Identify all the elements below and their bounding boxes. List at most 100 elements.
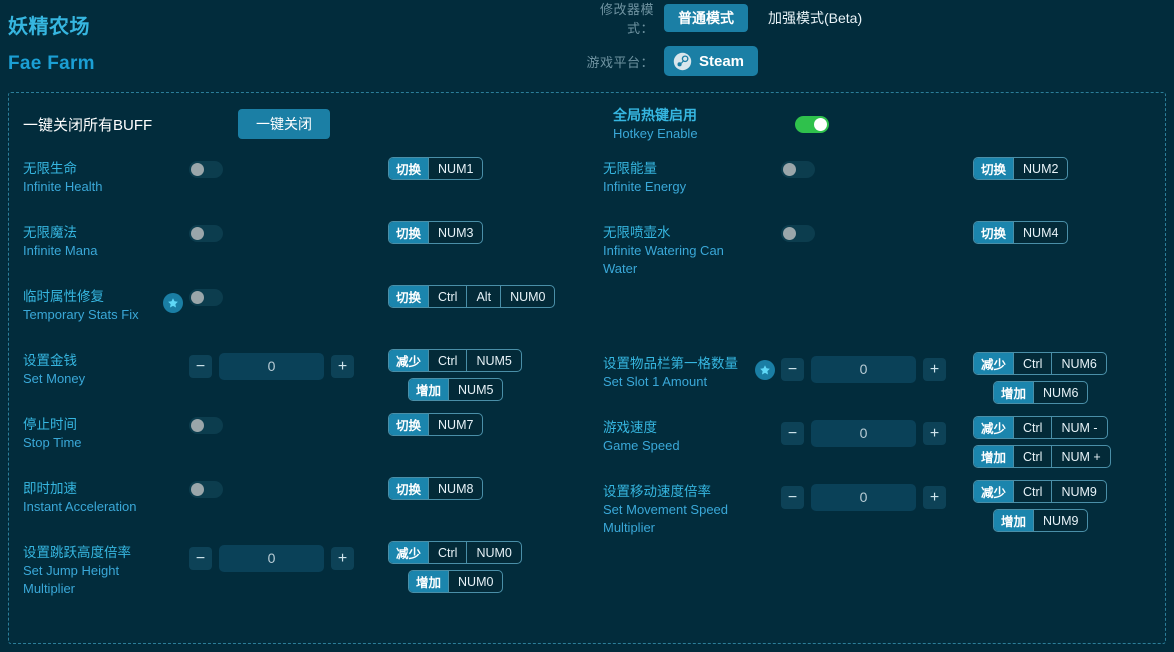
increment-button[interactable]: + xyxy=(331,355,354,378)
hotkey-chip-row-0[interactable]: 减少 Ctrl NUM - xyxy=(973,416,1108,439)
hotkey-chip-row-0[interactable]: 切换 NUM7 xyxy=(388,413,484,436)
hotkey-key: NUM9 xyxy=(1051,481,1105,502)
hotkey-enable-label-en: Hotkey Enable xyxy=(613,125,698,141)
cheat-column-left: 无限生命 Infinite Health 切换 NUM1 无限魔法 Infinite Ma… xyxy=(9,147,587,598)
tab-normal-mode[interactable]: 普通模式 xyxy=(664,4,748,32)
mode-label: 修改器模式： xyxy=(599,2,654,36)
cheat-row-set-money: 设置金钱 Set Money −0 + 减少 Ctrl NUM5 增加 NUM5 xyxy=(9,339,587,403)
decrement-button[interactable]: − xyxy=(781,422,804,445)
increment-button[interactable]: + xyxy=(923,422,946,445)
cheat-control xyxy=(189,473,388,498)
game-title-cn: 妖精农场 xyxy=(8,16,90,38)
hotkey-key: NUM5 xyxy=(448,379,502,400)
hotkey-chip-row-0[interactable]: 减少 Ctrl NUM0 xyxy=(388,541,522,564)
toggle-instant-acceleration[interactable] xyxy=(189,481,223,498)
hotkey-chip-row-0[interactable]: 切换 NUM3 xyxy=(388,221,484,244)
hotkey-key: Ctrl xyxy=(1013,417,1051,438)
cheat-label-cn: 无限喷壶水 xyxy=(603,225,671,240)
hotkey-chip-row-0[interactable]: 减少 Ctrl NUM9 xyxy=(973,480,1107,503)
hotkey-key: Ctrl xyxy=(428,350,466,371)
value-input[interactable]: 0 xyxy=(219,353,324,380)
hotkey-key: NUM0 xyxy=(466,542,520,563)
hotkey-group: 切换 NUM3 xyxy=(388,217,587,244)
hotkey-chip-row-0[interactable]: 切换 NUM1 xyxy=(388,157,484,180)
hotkey-enable-section: 全局热键启用 Hotkey Enable xyxy=(597,106,829,143)
cheat-row-set-slot-1-amount: 设置物品栏第一格数量 Set Slot 1 Amount −0 + 减少 Ctrl NUM6… xyxy=(587,342,1165,406)
cheat-labels: 即时加速 Instant Acceleration xyxy=(23,473,163,516)
cheat-control: −0 + xyxy=(781,348,973,383)
increment-button[interactable]: + xyxy=(923,486,946,509)
hotkey-chip-row-1[interactable]: 增加 NUM9 xyxy=(993,509,1089,532)
hotkey-chip-row-0[interactable]: 减少 Ctrl NUM5 xyxy=(388,349,522,372)
star-icon xyxy=(163,293,183,313)
decrement-button[interactable]: − xyxy=(189,547,212,570)
close-all-buffs-button[interactable]: 一键关闭 xyxy=(238,109,330,139)
decrement-button[interactable]: − xyxy=(781,358,804,381)
hotkey-key: NUM7 xyxy=(428,414,482,435)
hotkey-action-label: 切换 xyxy=(389,222,429,243)
hotkey-action-label: 增加 xyxy=(409,379,449,400)
platform-label: 游戏平台： xyxy=(586,54,654,70)
hotkey-group: 减少 Ctrl NUM5 增加 NUM5 xyxy=(388,345,587,401)
toggle-knob xyxy=(191,227,204,240)
cheat-row-infinite-mana: 无限魔法 Infinite Mana 切换 NUM3 xyxy=(9,211,587,275)
cheat-row-game-speed: 游戏速度 Game Speed −0 + 减少 Ctrl NUM - 增加 Ctrl NUM + xyxy=(587,406,1165,470)
hotkey-chip-row-1[interactable]: 增加 NUM6 xyxy=(993,381,1089,404)
steam-icon xyxy=(673,52,692,71)
toggle-knob xyxy=(191,419,204,432)
value-input[interactable]: 0 xyxy=(811,356,916,383)
hotkey-chip-row-1[interactable]: 增加 NUM5 xyxy=(408,378,504,401)
badge-slot xyxy=(755,412,781,424)
badge-slot xyxy=(755,476,781,488)
toggle-infinite-energy[interactable] xyxy=(781,161,815,178)
hotkey-chip-row-1[interactable]: 增加 NUM0 xyxy=(408,570,504,593)
stepper-set-movement-speed-multiplier: −0 + xyxy=(781,484,946,511)
hotkey-key: NUM1 xyxy=(428,158,482,179)
platform-name: Steam xyxy=(699,52,745,70)
hotkey-chip-row-0[interactable]: 切换 Ctrl Alt NUM0 xyxy=(388,285,556,308)
hotkey-group: 减少 Ctrl NUM - 增加 Ctrl NUM + xyxy=(973,412,1165,468)
hotkey-key: Ctrl xyxy=(1013,446,1051,467)
cheat-label-cn: 无限生命 xyxy=(23,161,77,176)
value-input[interactable]: 0 xyxy=(219,545,324,572)
hotkey-key: NUM0 xyxy=(500,286,554,307)
toggle-stop-time[interactable] xyxy=(189,417,223,434)
hotkey-chip-row-0[interactable]: 切换 NUM4 xyxy=(973,221,1069,244)
cheat-label-en: Instant Acceleration xyxy=(23,499,137,514)
hotkey-chip-row-0[interactable]: 减少 Ctrl NUM6 xyxy=(973,352,1107,375)
cheat-label-en: Set Jump Height Multiplier xyxy=(23,563,120,596)
cheat-label-cn: 无限能量 xyxy=(603,161,657,176)
cheat-row-temporary-stats-fix: 临时属性修复 Temporary Stats Fix 切换 Ctrl Alt NUM0 xyxy=(9,275,587,339)
badge-slot xyxy=(163,409,189,421)
badge-slot xyxy=(755,217,781,229)
value-input[interactable]: 0 xyxy=(811,420,916,447)
toggle-temporary-stats-fix[interactable] xyxy=(189,289,223,306)
cheat-row-stop-time: 停止时间 Stop Time 切换 NUM7 xyxy=(9,403,587,467)
badge-slot xyxy=(163,153,189,165)
decrement-button[interactable]: − xyxy=(189,355,212,378)
tab-enhanced-mode[interactable]: 加强模式(Beta) xyxy=(754,4,876,32)
toggle-infinite-watering-can-water[interactable] xyxy=(781,225,815,242)
hotkey-chip-row-0[interactable]: 切换 NUM8 xyxy=(388,477,484,500)
toggle-knob xyxy=(191,163,204,176)
decrement-button[interactable]: − xyxy=(781,486,804,509)
buff-section: 一键关闭所有BUFF 一键关闭 xyxy=(9,109,597,139)
cheat-column-right: 无限能量 Infinite Energy 切换 NUM2 无限喷壶水 Infinite W… xyxy=(587,147,1165,598)
value-input[interactable]: 0 xyxy=(811,484,916,511)
toggle-knob xyxy=(783,227,796,240)
platform-steam-button[interactable]: Steam xyxy=(664,46,759,76)
hotkey-key: Alt xyxy=(466,286,500,307)
toggle-infinite-health[interactable] xyxy=(189,161,223,178)
cheat-labels: 无限生命 Infinite Health xyxy=(23,153,163,196)
hotkey-chip-row-1[interactable]: 增加 Ctrl NUM + xyxy=(973,445,1111,468)
hotkey-enable-toggle[interactable] xyxy=(795,115,829,133)
stepper-set-money: −0 + xyxy=(189,353,354,380)
badge-slot xyxy=(163,473,189,485)
toggle-infinite-mana[interactable] xyxy=(189,225,223,242)
buff-label: 一键关闭所有BUFF xyxy=(23,116,153,134)
cheat-control: −0 + xyxy=(781,476,973,511)
badge-slot xyxy=(755,153,781,165)
increment-button[interactable]: + xyxy=(923,358,946,381)
hotkey-chip-row-0[interactable]: 切换 NUM2 xyxy=(973,157,1069,180)
increment-button[interactable]: + xyxy=(331,547,354,570)
